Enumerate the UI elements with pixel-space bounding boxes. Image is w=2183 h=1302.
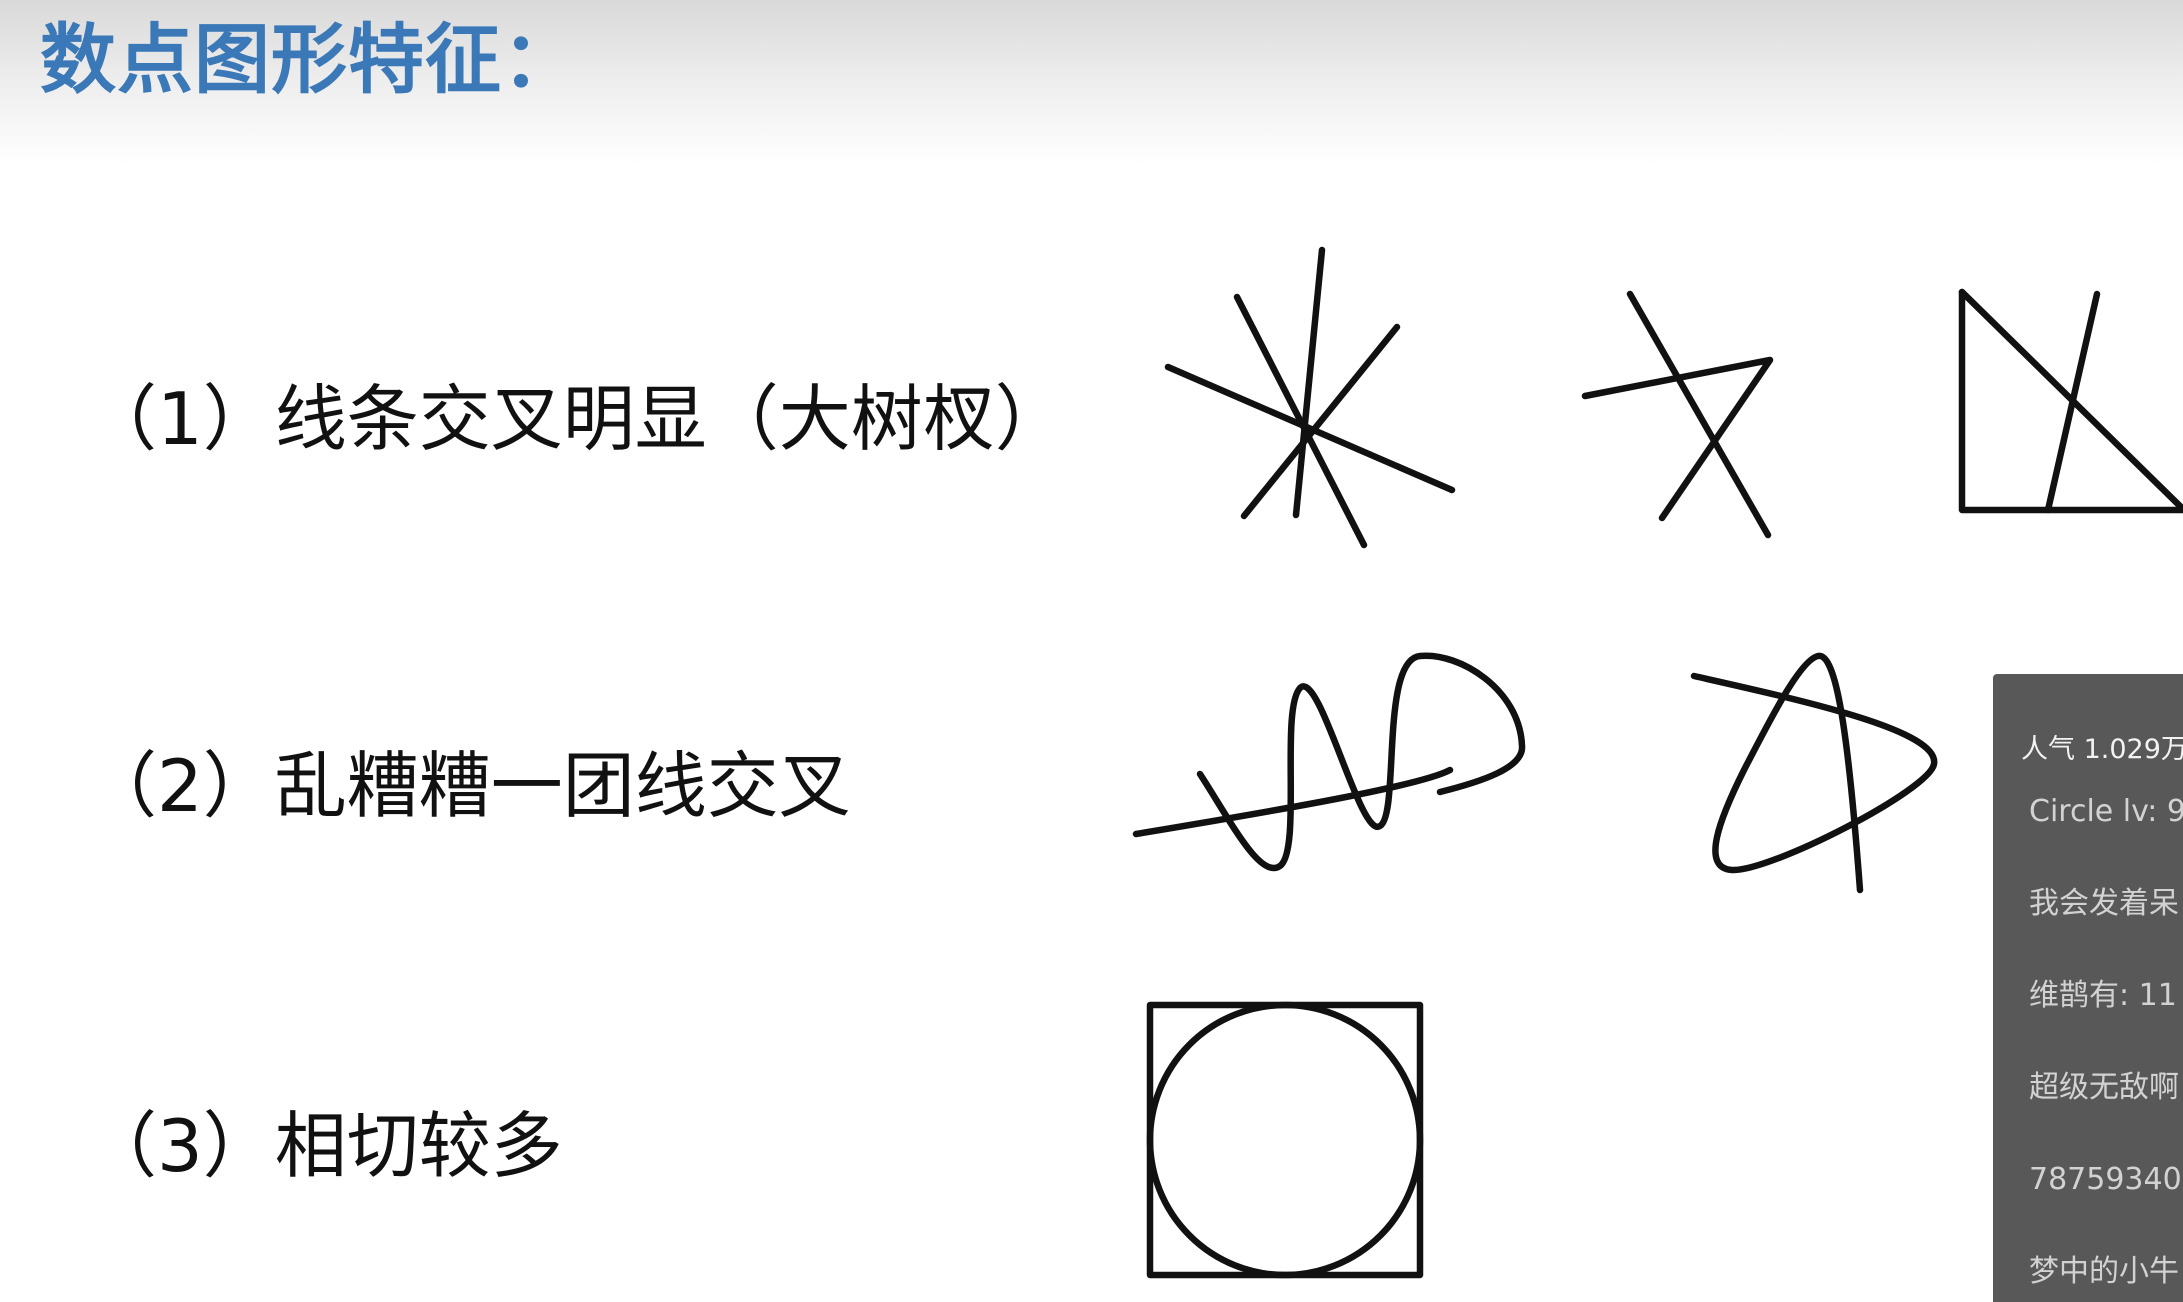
chat-message: 梦中的小牛 [2029,1254,2179,1289]
item-2-label: （2）乱糟糟一团线交叉 [85,744,851,828]
chat-message: 超级无敌啊 [2029,1070,2179,1105]
chat-message: 我会发着呆 [2029,886,2179,921]
popularity-count: 人气 1.029万 [2021,734,2183,765]
live-chat-overlay: 人气 1.029万 Circle lv: 9 我会发着呆 维鹊有: 11 超级无… [1993,674,2183,1302]
figure-asterisk-star [1164,246,1456,549]
chat-message: 维鹊有: 11 [2029,978,2177,1013]
item-1-label: （1）线条交叉明显（大树杈） [85,377,1067,461]
figure-circle-in-square [1146,1001,1424,1279]
figure-crossed-lines [1581,290,1774,539]
figure-scribble-tangle [1132,652,1526,872]
figure-looped-triangle [1690,652,1938,894]
chat-message: 78759340 [2029,1162,2182,1197]
item-3-label: （3）相切较多 [85,1104,563,1188]
figure-triangle-with-line [1958,288,2183,514]
slide-title: 数点图形特征： [40,15,579,104]
chat-message: Circle lv: 9 [2029,794,2183,829]
